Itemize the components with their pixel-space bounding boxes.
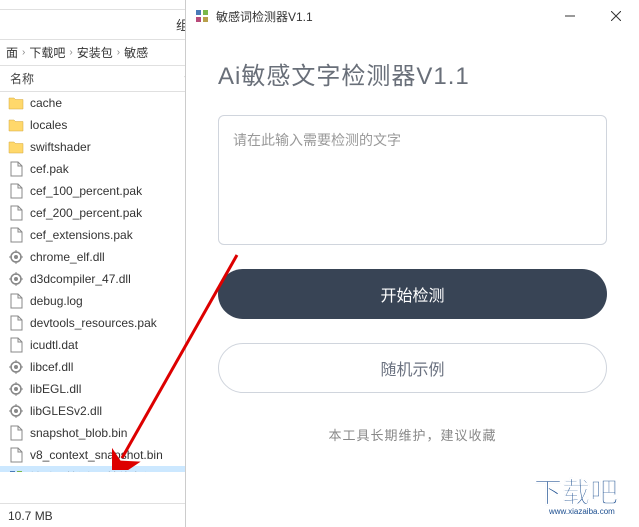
file-item[interactable]: libEGL.dll xyxy=(0,378,199,400)
file-icon xyxy=(8,161,24,177)
explorer-toolbar: 组 xyxy=(0,10,199,40)
file-icon xyxy=(8,447,24,463)
breadcrumb-item[interactable]: 敏感 xyxy=(124,44,148,61)
exe-icon xyxy=(8,469,24,472)
file-item[interactable]: cef_100_percent.pak xyxy=(0,180,199,202)
close-button[interactable] xyxy=(593,0,639,32)
file-item[interactable]: 敏感词检测器(其他文件不要 xyxy=(0,466,199,472)
file-name: swiftshader xyxy=(30,140,91,154)
breadcrumb[interactable]: 面 › 下载吧 › 安装包 › 敏感 xyxy=(0,40,199,66)
file-name: libEGL.dll xyxy=(30,382,81,396)
file-name: d3dcompiler_47.dll xyxy=(30,272,131,286)
chevron-right-icon: › xyxy=(69,47,72,58)
chevron-right-icon: › xyxy=(117,47,120,58)
file-explorer: 组 面 › 下载吧 › 安装包 › 敏感 名称 ▾ cache locales sw… xyxy=(0,0,200,527)
file-name: snapshot_blob.bin xyxy=(30,426,127,440)
file-name: cef_200_percent.pak xyxy=(30,206,142,220)
folder-icon xyxy=(8,139,24,155)
file-icon xyxy=(8,315,24,331)
folder-icon xyxy=(8,117,24,133)
file-item[interactable]: icudtl.dat xyxy=(0,334,199,356)
file-icon xyxy=(8,425,24,441)
file-icon xyxy=(8,205,24,221)
window-controls xyxy=(547,0,639,32)
svg-text:www.xiazaiba.com: www.xiazaiba.com xyxy=(548,507,615,516)
file-name: debug.log xyxy=(30,294,83,308)
folder-icon xyxy=(8,95,24,111)
input-placeholder: 请在此输入需要检测的文字 xyxy=(233,132,401,148)
file-item[interactable]: cef_extensions.pak xyxy=(0,224,199,246)
file-name: devtools_resources.pak xyxy=(30,316,157,330)
file-item[interactable]: devtools_resources.pak xyxy=(0,312,199,334)
file-name: chrome_elf.dll xyxy=(30,250,105,264)
titlebar[interactable]: 敏感词检测器V1.1 xyxy=(186,0,639,32)
column-header-name[interactable]: 名称 ▾ xyxy=(0,66,199,92)
breadcrumb-item[interactable]: 下载吧 xyxy=(29,44,65,61)
file-item[interactable]: swiftshader xyxy=(0,136,199,158)
status-bar: 10.7 MB xyxy=(0,503,200,527)
file-item[interactable]: snapshot_blob.bin xyxy=(0,422,199,444)
file-name: locales xyxy=(30,118,67,132)
file-item[interactable]: locales xyxy=(0,114,199,136)
dll-icon xyxy=(8,271,24,287)
file-item[interactable]: cache xyxy=(0,92,199,114)
footer-text: 本工具长期维护，建议收藏 xyxy=(218,425,607,444)
file-list[interactable]: cache locales swiftshader cef.pak cef_100_pe… xyxy=(0,92,199,472)
start-detect-button[interactable]: 开始检测 xyxy=(218,269,607,319)
app-icon xyxy=(194,8,210,24)
file-name: libcef.dll xyxy=(30,360,73,374)
file-name: libGLESv2.dll xyxy=(30,404,102,418)
file-item[interactable]: v8_context_snapshot.bin xyxy=(0,444,199,466)
dll-icon xyxy=(8,359,24,375)
column-header-label: 名称 xyxy=(10,70,34,87)
app-window: 敏感词检测器V1.1 Ai敏感文字检测器V1.1 请在此输入需要检测的文字 开始… xyxy=(185,0,639,527)
svg-text:下载吧: 下载吧 xyxy=(534,477,618,509)
file-item[interactable]: debug.log xyxy=(0,290,199,312)
file-name: 敏感词检测器(其他文件不要 xyxy=(30,469,178,473)
file-name: icudtl.dat xyxy=(30,338,78,352)
file-item[interactable]: chrome_elf.dll xyxy=(0,246,199,268)
file-item[interactable]: cef.pak xyxy=(0,158,199,180)
file-item[interactable]: cef_200_percent.pak xyxy=(0,202,199,224)
dll-icon xyxy=(8,381,24,397)
app-content: Ai敏感文字检测器V1.1 请在此输入需要检测的文字 开始检测 随机示例 本工具… xyxy=(186,32,639,468)
minimize-button[interactable] xyxy=(547,0,593,32)
page-title: Ai敏感文字检测器V1.1 xyxy=(218,56,607,91)
file-name: cef.pak xyxy=(30,162,69,176)
random-example-button[interactable]: 随机示例 xyxy=(218,343,607,393)
explorer-top-border xyxy=(0,0,199,10)
dll-icon xyxy=(8,403,24,419)
breadcrumb-item[interactable]: 安装包 xyxy=(77,44,113,61)
file-icon xyxy=(8,227,24,243)
chevron-right-icon: › xyxy=(22,47,25,58)
text-input[interactable]: 请在此输入需要检测的文字 xyxy=(218,115,607,245)
window-title: 敏感词检测器V1.1 xyxy=(216,8,547,25)
watermark-logo: 下载吧 www.xiazaiba.com xyxy=(529,467,639,517)
file-item[interactable]: d3dcompiler_47.dll xyxy=(0,268,199,290)
breadcrumb-item[interactable]: 面 xyxy=(6,44,18,61)
status-text: 10.7 MB xyxy=(8,509,53,523)
file-name: cef_100_percent.pak xyxy=(30,184,142,198)
file-item[interactable]: libGLESv2.dll xyxy=(0,400,199,422)
file-item[interactable]: libcef.dll xyxy=(0,356,199,378)
file-icon xyxy=(8,183,24,199)
file-icon xyxy=(8,293,24,309)
file-name: v8_context_snapshot.bin xyxy=(30,448,163,462)
file-icon xyxy=(8,337,24,353)
dll-icon xyxy=(8,249,24,265)
file-name: cef_extensions.pak xyxy=(30,228,133,242)
file-name: cache xyxy=(30,96,62,110)
